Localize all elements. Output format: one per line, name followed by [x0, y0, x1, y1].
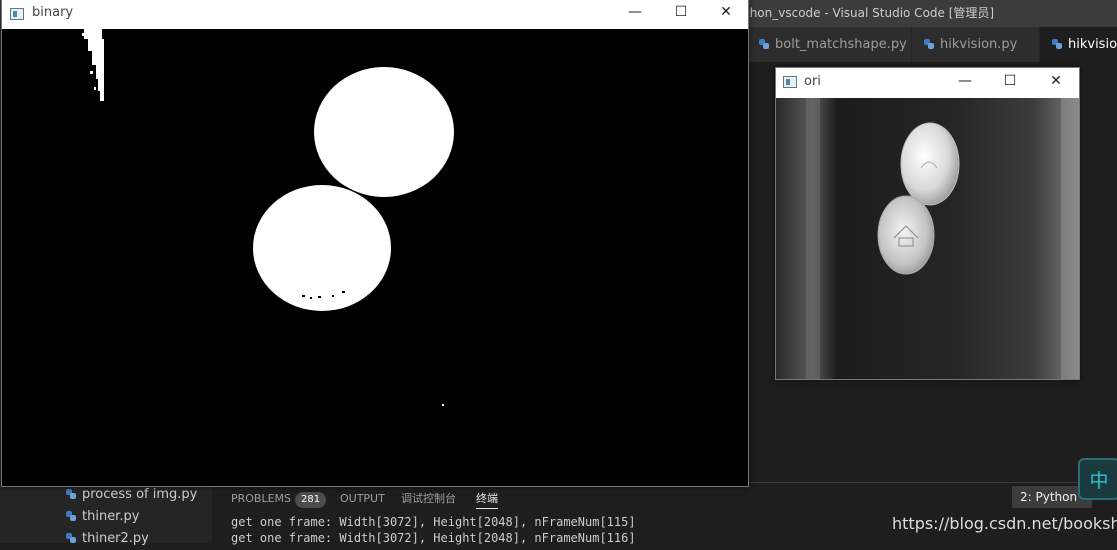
- tab-problems[interactable]: PROBLEMS 281: [231, 490, 327, 508]
- coin-lower: [877, 195, 935, 275]
- window-app-icon: [10, 8, 24, 20]
- binary-coin-lower: [253, 185, 391, 311]
- tab-hikvision[interactable]: hikvision.py: [912, 27, 1040, 62]
- python-file-icon: [66, 533, 76, 543]
- tab-bolt-matchshape[interactable]: bolt_matchshape.py: [747, 27, 912, 62]
- binary-image-canvas: [2, 29, 748, 486]
- tab-hikvision-active[interactable]: hikvision: [1040, 27, 1117, 62]
- ori-window-titlebar[interactable]: ori — ☐ ✕: [776, 68, 1079, 98]
- maximize-button[interactable]: ☐: [987, 73, 1033, 89]
- binary-image-window[interactable]: binary — ☐ ✕: [1, 0, 749, 487]
- python-file-icon: [1052, 39, 1062, 49]
- terminal-line: get one frame: Width[3072], Height[2048]…: [231, 515, 636, 529]
- binary-window-titlebar[interactable]: binary — ☐ ✕: [2, 0, 748, 29]
- python-file-icon: [66, 511, 76, 521]
- tab-label: bolt_matchshape.py: [775, 37, 907, 52]
- vscode-window-title: thon_vscode - Visual Studio Code [管理员]: [745, 6, 995, 20]
- ori-window-title: ori: [804, 74, 821, 89]
- window-app-icon: [783, 76, 797, 88]
- bottom-panel: PROBLEMS 281 OUTPUT 调试控制台 终端 get one fram…: [212, 482, 1117, 545]
- tab-label: PROBLEMS: [231, 492, 292, 505]
- original-image-canvas: [776, 98, 1079, 379]
- watermark-text: https://blog.csdn.net/bookshu6: [892, 514, 1117, 533]
- python-file-icon: [924, 39, 934, 49]
- file-label: thiner2.py: [82, 531, 149, 546]
- minimize-button[interactable]: —: [942, 73, 988, 89]
- file-label: thiner.py: [82, 509, 140, 524]
- tab-label: hikvision: [1068, 37, 1117, 52]
- close-button[interactable]: ✕: [1033, 73, 1079, 89]
- ime-indicator[interactable]: 中: [1078, 458, 1117, 500]
- tab-label: hikvision.py: [940, 37, 1018, 52]
- tab-output[interactable]: OUTPUT: [340, 490, 385, 508]
- explorer-file-thiner[interactable]: thiner.py: [62, 506, 139, 528]
- coin-upper: [900, 122, 960, 206]
- binary-coin-upper: [314, 67, 454, 197]
- original-photo: [776, 98, 1079, 379]
- python-file-icon: [66, 489, 76, 499]
- maximize-button[interactable]: ☐: [658, 4, 704, 20]
- explorer-file-thiner2[interactable]: thiner2.py: [62, 528, 149, 550]
- python-file-icon: [759, 39, 769, 49]
- explorer-file-process-of-img[interactable]: process of img.py: [62, 484, 197, 506]
- close-button[interactable]: ✕: [703, 4, 749, 20]
- tab-terminal[interactable]: 终端: [476, 490, 498, 509]
- problems-count-badge: 281: [295, 492, 327, 508]
- original-image-window[interactable]: ori — ☐ ✕: [775, 67, 1080, 380]
- binary-window-title: binary: [32, 5, 74, 20]
- minimize-button[interactable]: —: [612, 4, 658, 20]
- tab-debug-console[interactable]: 调试控制台: [401, 490, 456, 508]
- binary-image: [2, 29, 748, 486]
- file-label: process of img.py: [82, 487, 198, 502]
